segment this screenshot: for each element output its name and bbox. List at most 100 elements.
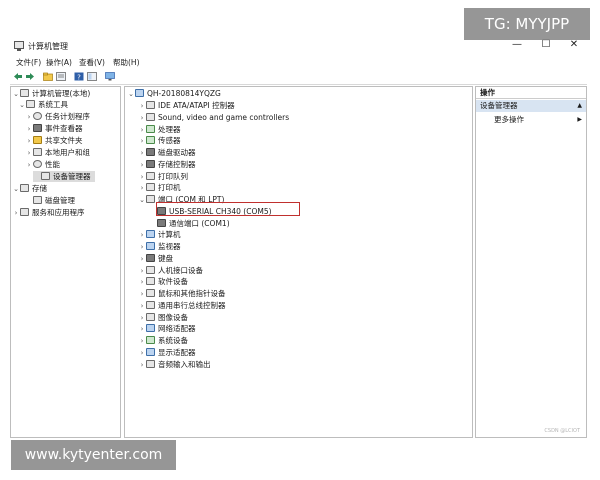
expand-chevron-icon[interactable]: › (138, 289, 146, 300)
highlight-box (156, 202, 300, 216)
expand-chevron-icon[interactable]: › (138, 101, 146, 112)
menu-view[interactable]: 查看(V) (79, 57, 105, 68)
expand-chevron-icon[interactable]: › (138, 324, 146, 335)
users-icon (33, 148, 42, 156)
expand-chevron-icon[interactable]: › (138, 172, 146, 183)
device-category[interactable]: › 打印队列 (138, 171, 188, 182)
tree-item-computer-management[interactable]: ⌄ 计算机管理(本地) (12, 88, 90, 99)
expand-chevron-icon[interactable]: › (138, 148, 146, 159)
device-category[interactable]: › 传感器 (138, 135, 181, 146)
device-item[interactable]: 通信端口 (COM1) (149, 218, 230, 229)
expand-chevron-icon[interactable]: › (25, 148, 33, 159)
tree-item-label: 磁盘管理 (45, 196, 75, 205)
tree-item-storage[interactable]: ⌄ 存储 (12, 183, 47, 194)
device-category[interactable]: › 存储控制器 (138, 159, 196, 170)
device-tree-root-label: QH-20180814YQZG (147, 89, 221, 98)
expand-chevron-icon[interactable]: › (138, 183, 146, 194)
collapse-chevron-icon[interactable]: ⌄ (12, 184, 20, 195)
tree-item-performance[interactable]: › 性能 (25, 159, 60, 170)
device-category[interactable]: › 打印机 (138, 182, 181, 193)
properties-icon[interactable] (56, 72, 66, 81)
expand-chevron-icon[interactable]: › (25, 112, 33, 123)
console-icon[interactable] (87, 72, 97, 81)
help-icon[interactable]: ? (74, 72, 84, 81)
sound-icon (146, 112, 155, 121)
expand-chevron-icon[interactable]: › (25, 136, 33, 147)
device-category[interactable]: › 网络适配器 (138, 323, 196, 334)
collapse-chevron-icon[interactable]: ⌄ (138, 195, 146, 206)
device-label: 打印队列 (158, 171, 188, 181)
computer-management-window: 计算机管理 — ☐ ✕ 文件(F) 操作(A) 查看(V) 帮助(H) ? ⌄ 计… (10, 32, 587, 440)
device-category[interactable]: › 监视器 (138, 241, 181, 252)
collapse-caret-icon[interactable]: ▲ (577, 100, 582, 112)
actions-section-label: 设备管理器 (480, 101, 518, 110)
actions-section-device-manager[interactable]: 设备管理器 ▲ (476, 100, 586, 112)
device-category[interactable]: › 系统设备 (138, 335, 188, 346)
expand-chevron-icon[interactable]: › (25, 160, 33, 171)
expand-chevron-icon[interactable]: › (25, 124, 33, 135)
expand-chevron-icon[interactable]: › (138, 230, 146, 241)
device-category[interactable]: › 音频输入和输出 (138, 359, 211, 370)
device-category[interactable]: › 图像设备 (138, 312, 188, 323)
menu-file[interactable]: 文件(F) (16, 57, 41, 68)
processor-icon (146, 124, 155, 133)
expand-chevron-icon[interactable]: › (138, 254, 146, 265)
device-label: 音频输入和输出 (158, 359, 211, 369)
device-category[interactable]: › IDE ATA/ATAPI 控制器 (138, 100, 235, 111)
back-arrow-icon[interactable] (13, 72, 23, 81)
expand-chevron-icon[interactable]: › (138, 277, 146, 288)
tree-item-shared-folders[interactable]: › 共享文件夹 (25, 135, 83, 146)
menu-help[interactable]: 帮助(H) (113, 57, 140, 68)
device-label: 处理器 (158, 124, 181, 134)
audio-icon (146, 359, 155, 368)
expand-chevron-icon[interactable]: › (12, 208, 20, 219)
tree-item-local-users[interactable]: › 本地用户和组 (25, 147, 90, 158)
tree-item-task-scheduler[interactable]: › 任务计划程序 (25, 111, 90, 122)
expand-chevron-icon[interactable]: › (138, 360, 146, 371)
device-category[interactable]: › 鼠标和其他指针设备 (138, 288, 226, 299)
menu-action[interactable]: 操作(A) (46, 57, 72, 68)
tree-item-disk-management[interactable]: 磁盘管理 (25, 195, 75, 206)
expand-chevron-icon[interactable]: › (138, 136, 146, 147)
expand-chevron-icon[interactable]: › (138, 266, 146, 277)
computer-icon (146, 230, 155, 239)
device-label: IDE ATA/ATAPI 控制器 (158, 101, 235, 110)
device-category[interactable]: › 软件设备 (138, 276, 188, 287)
device-label: 打印机 (158, 183, 181, 193)
folder-up-icon[interactable] (43, 72, 53, 81)
device-category[interactable]: › 显示适配器 (138, 347, 196, 358)
monitor-icon[interactable] (105, 72, 115, 81)
device-label: 通用串行总线控制器 (158, 300, 226, 310)
expand-chevron-icon[interactable]: › (138, 301, 146, 312)
device-category[interactable]: › 通用串行总线控制器 (138, 300, 226, 311)
more-actions-item[interactable]: 更多操作 ▶ (494, 114, 582, 125)
forward-arrow-icon[interactable] (25, 72, 35, 81)
device-label: 键盘 (158, 253, 173, 263)
device-category[interactable]: › Sound, video and game controllers (138, 112, 289, 123)
tree-item-services[interactable]: › 服务和应用程序 (12, 207, 85, 218)
expand-chevron-icon[interactable]: › (138, 313, 146, 324)
tree-item-label: 存储 (32, 184, 47, 193)
device-category[interactable]: › 处理器 (138, 124, 181, 135)
device-label: 磁盘驱动器 (158, 148, 196, 157)
device-label: 监视器 (158, 242, 181, 251)
device-category[interactable]: › 键盘 (138, 253, 173, 264)
device-tree-root[interactable]: ⌄ QH-20180814YQZG (127, 88, 221, 99)
expand-chevron-icon[interactable]: › (138, 113, 146, 124)
collapse-chevron-icon[interactable]: ⌄ (18, 100, 26, 111)
device-category[interactable]: › 人机接口设备 (138, 265, 203, 276)
tree-item-device-manager[interactable]: 设备管理器 (33, 171, 95, 182)
collapse-chevron-icon[interactable]: ⌄ (127, 89, 135, 100)
expand-chevron-icon[interactable]: › (138, 160, 146, 171)
expand-chevron-icon[interactable]: › (138, 336, 146, 347)
device-category[interactable]: › 磁盘驱动器 (138, 147, 196, 158)
expand-chevron-icon[interactable]: › (138, 125, 146, 136)
app-icon (14, 41, 24, 51)
expand-chevron-icon[interactable]: › (138, 348, 146, 359)
expand-chevron-icon[interactable]: › (138, 242, 146, 253)
device-label: 软件设备 (158, 277, 188, 287)
device-category[interactable]: › 计算机 (138, 229, 181, 240)
device-label: 通信端口 (COM1) (169, 218, 230, 228)
tree-item-system-tools[interactable]: ⌄ 系统工具 (18, 99, 68, 110)
tree-item-event-viewer[interactable]: › 事件查看器 (25, 123, 83, 134)
